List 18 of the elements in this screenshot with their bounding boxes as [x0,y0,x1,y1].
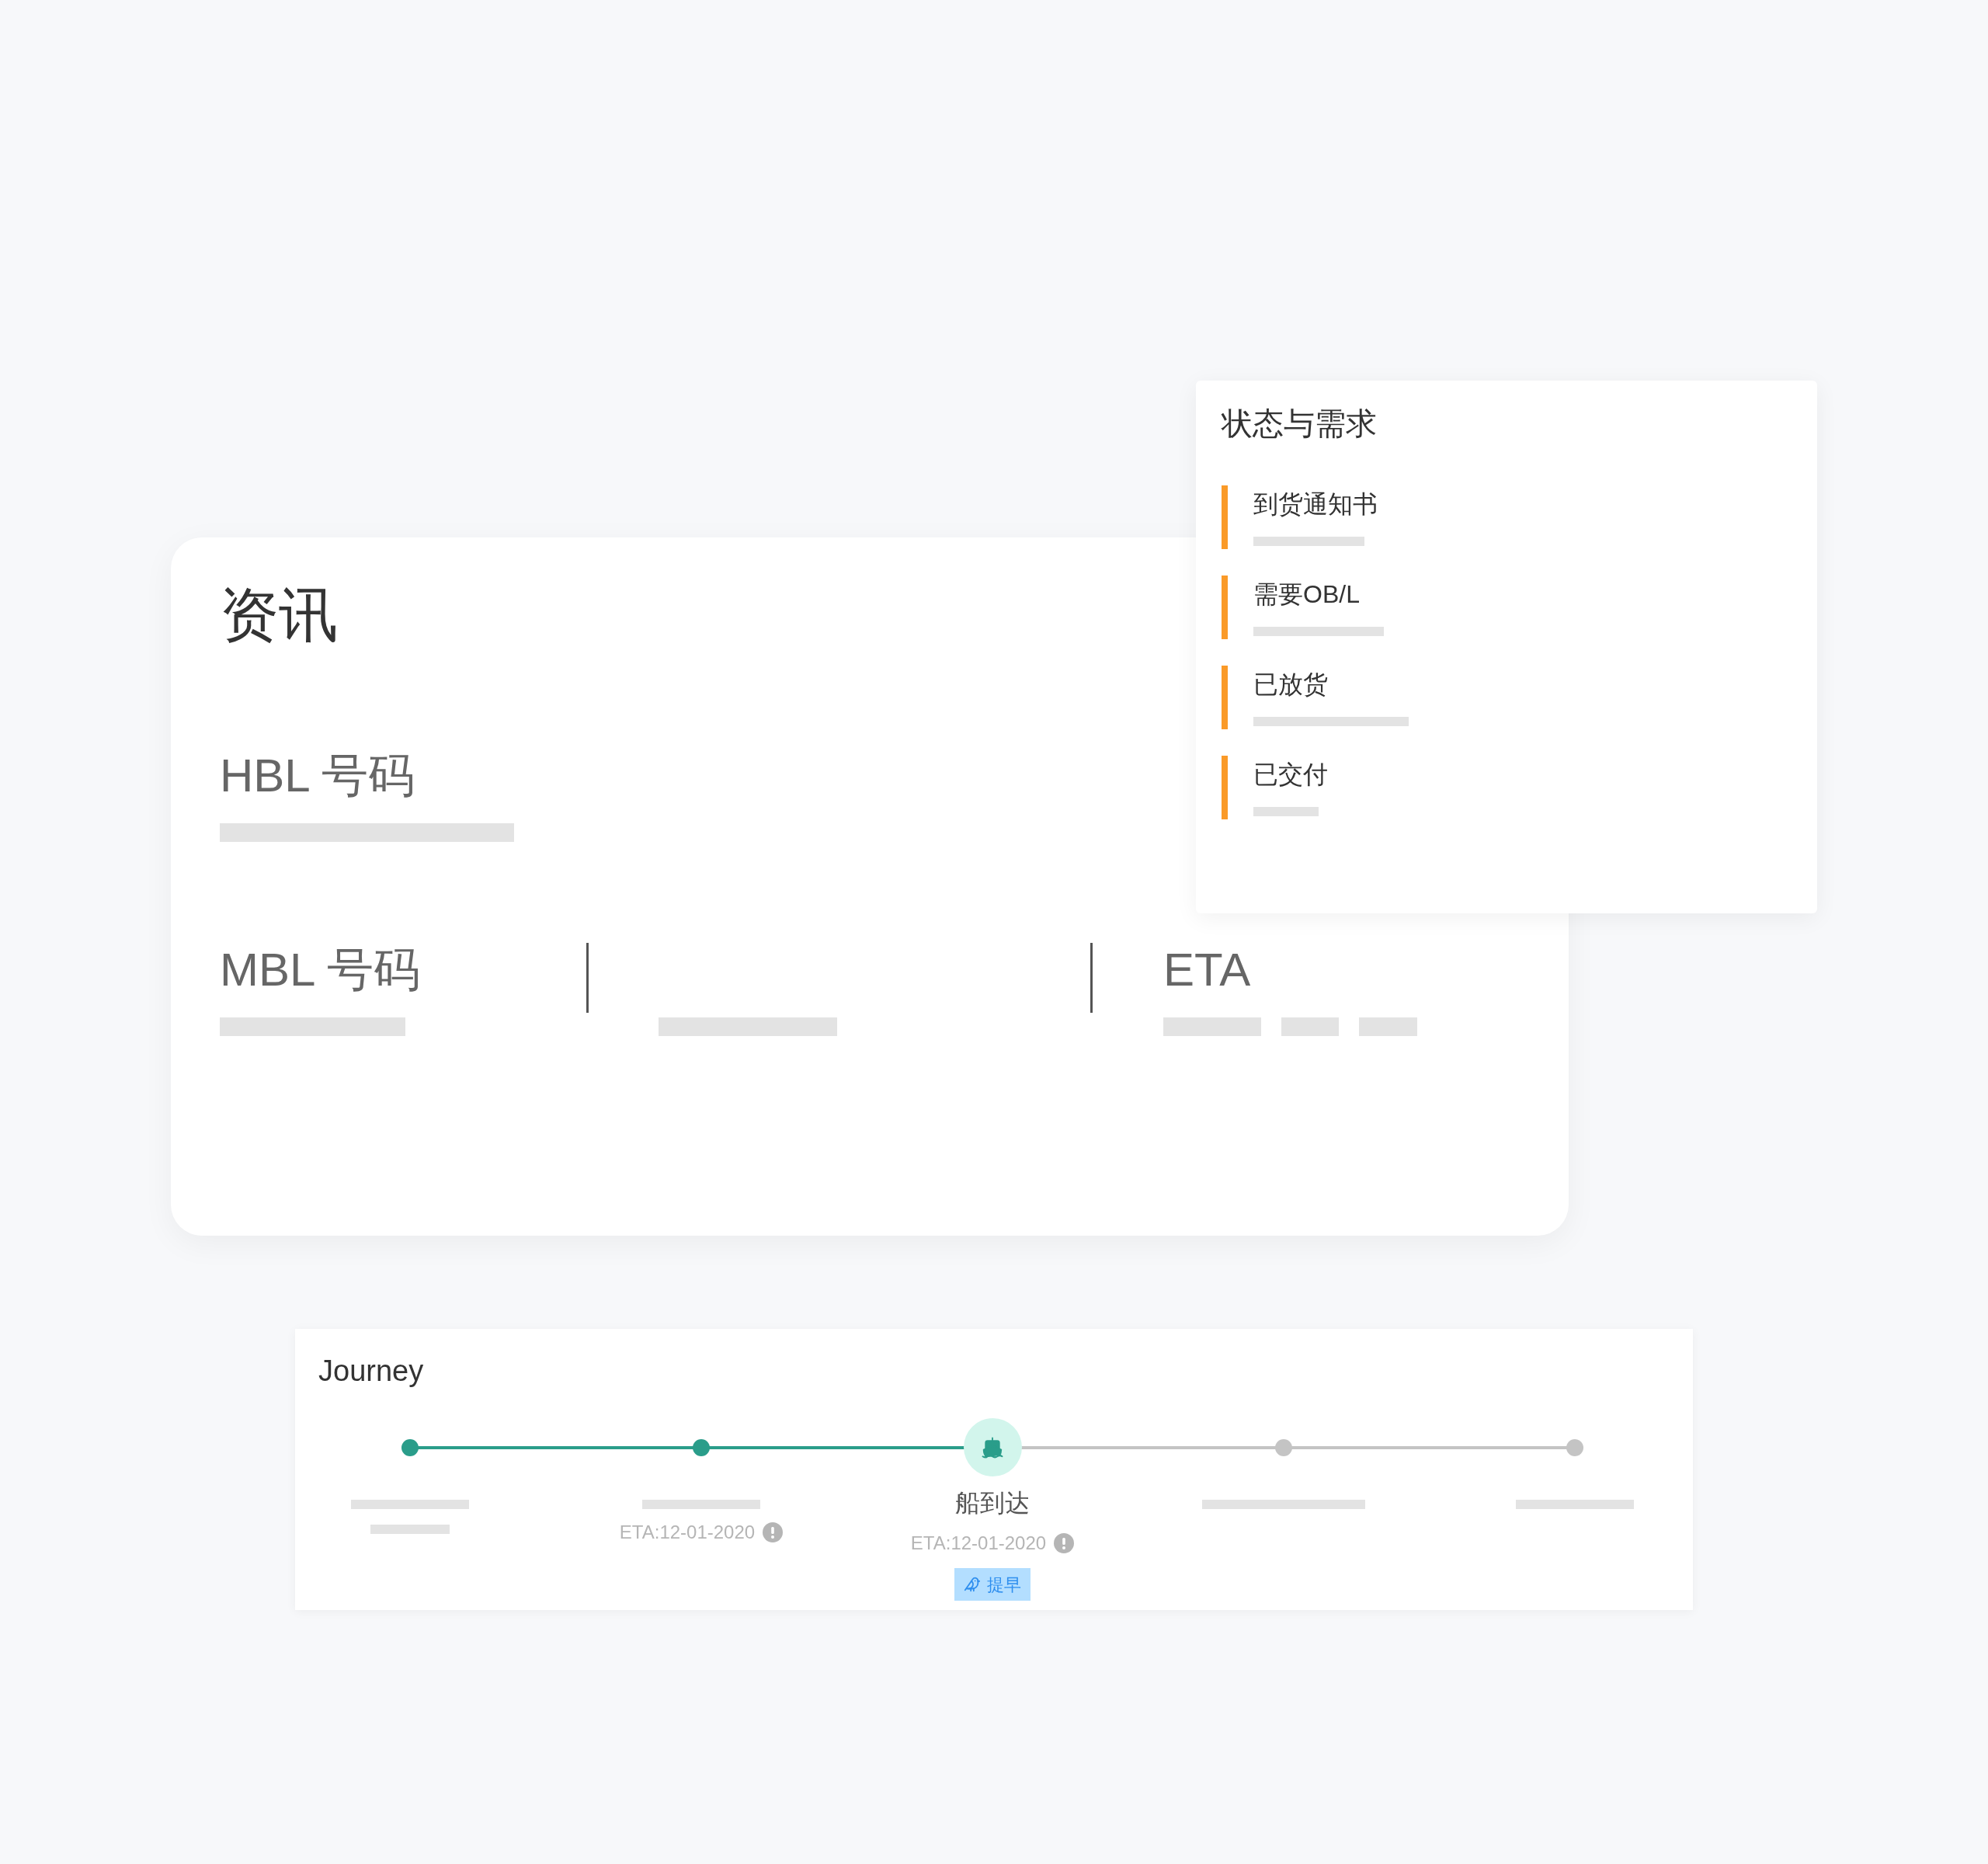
alert-icon[interactable] [763,1522,784,1542]
ship-icon [981,1435,1004,1459]
card-title: 状态与需求 [1222,405,1378,442]
card-title: Journey [318,1354,425,1389]
status-label: 到货通知书 [1253,489,1378,520]
status-label: 需要OB/L [1253,579,1361,610]
status-label: 已放货 [1253,669,1329,700]
eta-date: ETA:12-01-2020 [910,1532,1047,1555]
status-label: 已交付 [1253,760,1328,790]
field-label: ETA [1163,943,1252,997]
early-badge: 提早 [954,1568,1030,1601]
stop-label: 船到达 [955,1488,1030,1518]
card-title: 资讯 [220,581,338,649]
bird-icon [964,1576,981,1593]
field-label: MBL 号码 [220,943,421,997]
eta-date: ETA:12-01-2020 [619,1521,756,1544]
field-label: HBL 号码 [220,749,415,803]
alert-icon[interactable] [1054,1533,1075,1553]
